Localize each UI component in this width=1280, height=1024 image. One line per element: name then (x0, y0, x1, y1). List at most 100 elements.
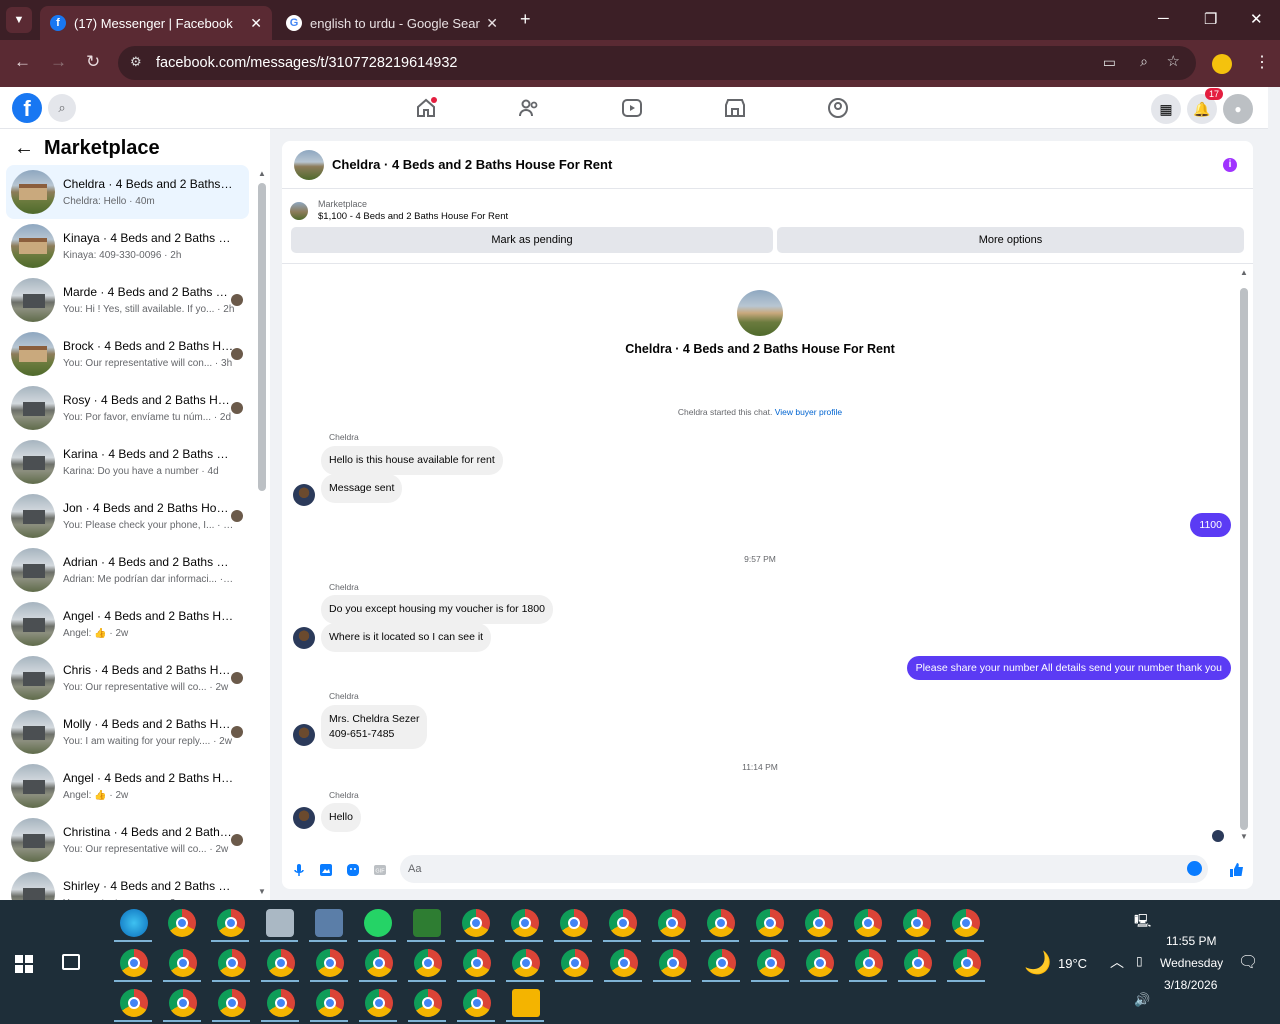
chrome-window-icon[interactable] (414, 949, 442, 977)
chrome-window-icon[interactable] (169, 949, 197, 977)
chrome-window-icon[interactable] (805, 909, 833, 937)
chrome-window-icon[interactable] (120, 989, 148, 1017)
chrome-window-icon[interactable] (120, 949, 148, 977)
notifications-bell-icon[interactable]: 🔔 17 (1187, 88, 1223, 124)
friends-icon[interactable] (517, 96, 541, 120)
bookmark-star-icon[interactable]: ☆ (1167, 52, 1180, 70)
close-window-icon[interactable]: ✕ (1250, 10, 1263, 28)
conversation-item[interactable]: Rosy · 4 Beds and 2 Baths House For Rent… (6, 381, 249, 435)
microphone-icon[interactable] (292, 863, 306, 877)
message-input[interactable]: Aa (400, 855, 1208, 883)
chrome-window-icon[interactable] (365, 949, 393, 977)
chrome-window-icon[interactable] (463, 949, 491, 977)
chrome-window-icon[interactable] (903, 909, 931, 937)
chrome-window-icon[interactable] (855, 949, 883, 977)
forward-icon[interactable]: → (50, 52, 67, 72)
chrome-window-icon[interactable] (561, 949, 589, 977)
task-view-icon[interactable] (62, 954, 80, 970)
chrome-window-icon[interactable] (169, 989, 197, 1017)
chrome-window-icon[interactable] (707, 909, 735, 937)
page-scrollbar[interactable] (1268, 87, 1280, 900)
sticker-icon[interactable] (346, 863, 360, 877)
incoming-message[interactable]: Do you except housing my voucher is for … (321, 595, 553, 624)
chrome-window-icon[interactable] (218, 989, 246, 1017)
conversation-item[interactable]: Chris · 4 Beds and 2 Baths House For Ren… (6, 651, 249, 705)
conversation-item[interactable]: Christina · 4 Beds and 2 Baths House For… (6, 813, 249, 867)
taskbar-app-icon[interactable] (266, 909, 294, 937)
like-thumb-icon[interactable] (1228, 862, 1244, 878)
close-tab-icon[interactable]: ✕ (486, 15, 498, 32)
reload-icon[interactable]: ↻ (86, 52, 100, 72)
chrome-window-icon[interactable] (512, 949, 540, 977)
conversation-item[interactable]: Kinaya · 4 Beds and 2 Baths House For Re… (6, 219, 249, 273)
thread-scrollbar[interactable] (1240, 288, 1248, 830)
sender-avatar[interactable] (293, 627, 315, 649)
sender-avatar[interactable] (293, 807, 315, 829)
marketplace-icon[interactable] (723, 96, 747, 120)
chrome-window-icon[interactable] (414, 989, 442, 1017)
notification-center-icon[interactable]: 🗨 (1238, 952, 1258, 972)
outgoing-message[interactable]: 1100 (1190, 513, 1231, 537)
taskbar-app-icon[interactable] (413, 909, 441, 937)
account-avatar[interactable]: ● (1223, 94, 1253, 124)
close-tab-icon[interactable]: ✕ (250, 15, 262, 32)
facebook-logo-icon[interactable]: f (12, 93, 42, 123)
conversation-item[interactable]: Jon · 4 Beds and 2 Baths House For Rent Y… (6, 489, 249, 543)
video-icon[interactable] (620, 96, 644, 120)
weather-temp[interactable]: 19°C (1058, 956, 1087, 971)
tab-messenger[interactable]: f (17) Messenger | Facebook ✕ (40, 6, 272, 40)
chrome-window-icon[interactable] (560, 909, 588, 937)
listing-summary[interactable]: Marketplace $1,100 - 4 Beds and 2 Baths … (290, 199, 508, 222)
tray-chevron-icon[interactable]: ︿ (1110, 952, 1124, 972)
incoming-message[interactable]: Hello is this house available for rent (321, 446, 503, 475)
chrome-window-icon[interactable] (511, 909, 539, 937)
network-icon[interactable]: 🖳 (1134, 912, 1151, 934)
chrome-window-icon[interactable] (854, 909, 882, 937)
back-arrow-icon[interactable]: ← (14, 137, 34, 160)
chat-title[interactable]: Cheldra · 4 Beds and 2 Baths House For R… (332, 157, 612, 172)
address-bar[interactable]: ⚙ facebook.com/messages/t/31077282196149… (118, 46, 1196, 80)
sidebar-scrollbar[interactable] (258, 183, 266, 491)
clock-date[interactable]: 3/18/2026 (1164, 978, 1217, 992)
sidebar-scroll-up-icon[interactable]: ▲ (258, 169, 266, 178)
menu-kebab-icon[interactable]: ⋮ (1254, 52, 1270, 72)
chrome-window-icon[interactable] (168, 909, 196, 937)
chrome-window-icon[interactable] (610, 949, 638, 977)
chrome-window-icon[interactable] (463, 989, 491, 1017)
emoji-icon[interactable] (1187, 861, 1202, 876)
chrome-window-icon[interactable] (267, 989, 295, 1017)
conversation-item[interactable]: Cheldra · 4 Beds and 2 Baths House For R… (6, 165, 249, 219)
incoming-message[interactable]: Message sent (321, 474, 403, 503)
conversation-item[interactable]: Adrian · 4 Beds and 2 Baths House For Re… (6, 543, 249, 597)
chrome-window-icon[interactable] (952, 909, 980, 937)
chrome-window-icon[interactable] (806, 949, 834, 977)
thread-scroll-down-icon[interactable]: ▼ (1240, 832, 1248, 841)
search-icon[interactable]: ⌕ (48, 94, 76, 122)
chrome-window-icon[interactable] (365, 989, 393, 1017)
battery-icon[interactable]: ▯ (1136, 954, 1143, 968)
tab-search-button[interactable]: ▼ (6, 7, 32, 33)
info-icon[interactable]: i (1223, 158, 1237, 172)
conversation-item[interactable]: Brock · 4 Beds and 2 Baths House For Ren… (6, 327, 249, 381)
incoming-message[interactable]: Where is it located so I can see it (321, 623, 492, 652)
chat-avatar[interactable] (294, 149, 324, 180)
chrome-window-icon[interactable] (658, 909, 686, 937)
groups-icon[interactable] (826, 96, 850, 120)
chrome-window-icon[interactable] (218, 949, 246, 977)
outgoing-message[interactable]: Please share your number All details sen… (906, 656, 1231, 680)
clock-day[interactable]: Wednesday (1160, 956, 1223, 970)
zoom-icon[interactable]: ⌕ (1140, 53, 1148, 70)
weather-icon[interactable]: 🌙 (1024, 950, 1051, 976)
back-icon[interactable]: ← (14, 52, 31, 72)
conversation-item[interactable]: Karina · 4 Beds and 2 Baths House For Re… (6, 435, 249, 489)
tab-google-search[interactable]: G english to urdu - Google Search ✕ (276, 6, 508, 40)
conversation-item[interactable]: Angel · 4 Beds and 2 Baths House For Ren… (6, 597, 249, 651)
taskbar-app-icon[interactable] (364, 909, 392, 937)
menu-grid-icon[interactable]: ▦ (1151, 94, 1181, 124)
chrome-window-icon[interactable] (267, 949, 295, 977)
view-buyer-profile-link[interactable]: View buyer profile (775, 407, 842, 417)
photo-icon[interactable] (319, 863, 333, 877)
new-tab-button[interactable]: + (520, 9, 531, 30)
taskbar-app-icon[interactable] (512, 989, 540, 1017)
site-info-icon[interactable]: ⚙ (130, 54, 142, 70)
